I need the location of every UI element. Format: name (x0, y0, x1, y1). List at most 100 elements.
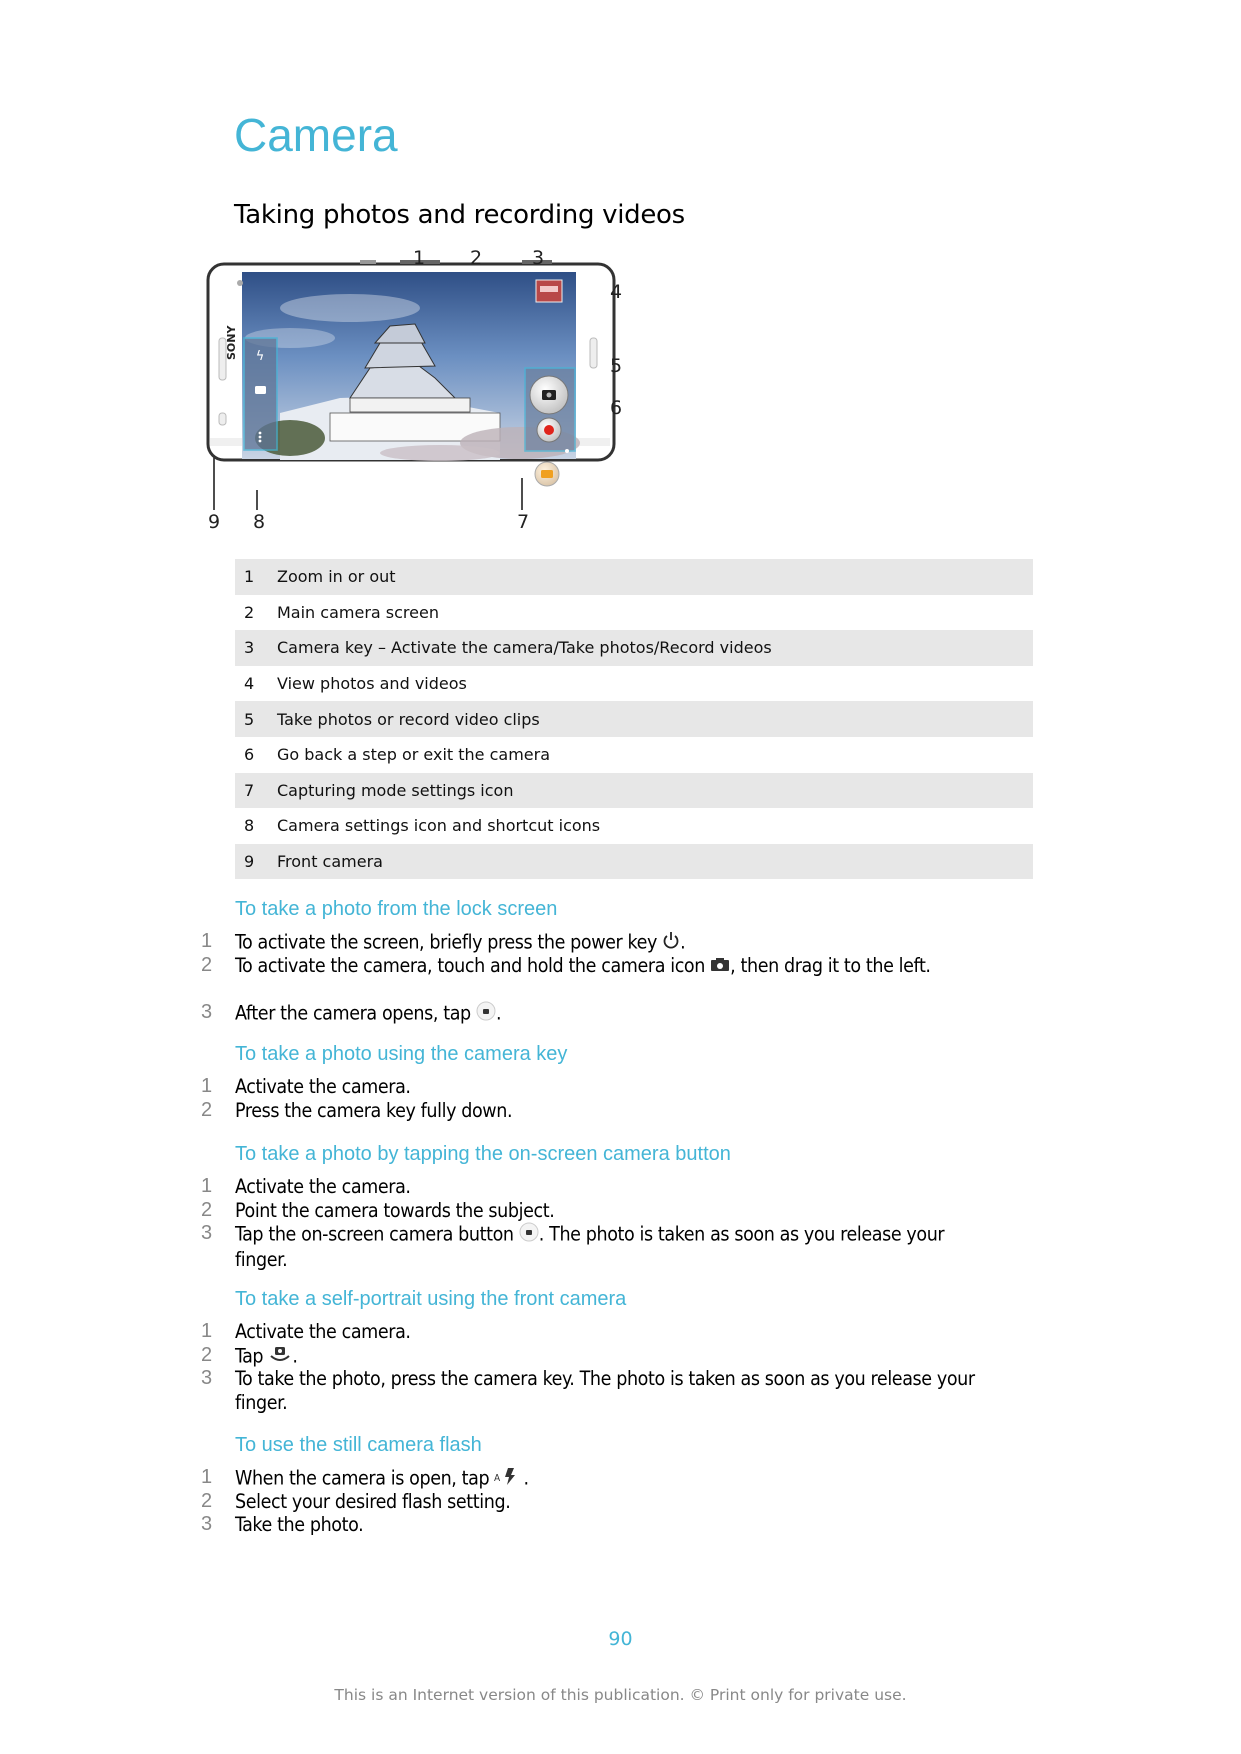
procedure-heading: To take a photo using the camera key (235, 1043, 568, 1065)
step-text: Tap . (235, 1344, 981, 1370)
procedure-step: 1 When the camera is open, tap A . (201, 1466, 981, 1492)
step-number: 1 (201, 930, 213, 952)
row-number: 4 (244, 674, 255, 694)
step-number: 1 (201, 1320, 213, 1342)
shutter-button-icon (476, 1001, 496, 1027)
section-title: Taking photos and recording videos (234, 200, 685, 230)
back-button[interactable] (565, 449, 569, 453)
svg-text:A: A (494, 1473, 501, 1484)
row-description: Camera settings icon and shortcut icons (277, 816, 601, 836)
step-text-before: To take the photo, press the camera key.… (235, 1367, 975, 1414)
procedure-heading: To use the still camera flash (235, 1434, 482, 1456)
row-number: 6 (244, 745, 255, 765)
page-footer: This is an Internet version of this publ… (334, 1686, 907, 1704)
step-text-before: Tap the on-screen camera button (235, 1222, 519, 1246)
table-row: 1 Zoom in or out (235, 559, 1033, 595)
step-text: After the camera opens, tap . (235, 1001, 981, 1027)
procedure-step: 3 To take the photo, press the camera key… (201, 1367, 981, 1414)
procedure-step: 2 Tap . (201, 1344, 981, 1370)
power-icon (662, 930, 680, 956)
row-description: Main camera screen (277, 602, 439, 622)
table-row: 3 Camera key – Activate the camera/Take p… (235, 630, 1033, 666)
step-text: Activate the camera. (235, 1320, 981, 1344)
procedure-heading: To take a photo from the lock screen (235, 898, 558, 920)
step-number: 2 (201, 953, 213, 976)
callout-4: 4 (610, 281, 622, 303)
step-text-before: Activate the camera. (235, 1320, 411, 1343)
step-text: Point the camera towards the subject. (235, 1199, 981, 1223)
step-text-before: Activate the camera. (235, 1175, 411, 1198)
brand-logo: SONY (225, 325, 238, 360)
chapter-title: Camera (234, 109, 398, 161)
step-number: 3 (201, 1513, 213, 1536)
row-number: 8 (244, 816, 255, 836)
callout-1: 1 (413, 248, 425, 269)
table-row: 9 Front camera (235, 843, 1033, 880)
step-number: 1 (201, 1075, 213, 1097)
step-text-before: When the camera is open, tap (235, 1466, 495, 1490)
step-text: Select your desired flash setting. (235, 1490, 981, 1514)
step-number: 3 (201, 1367, 213, 1390)
flash-shortcut-icon[interactable]: ϟ (256, 349, 265, 364)
callout-8: 8 (253, 511, 265, 533)
page-number: 90 (608, 1628, 633, 1650)
step-text: Press the camera key fully down. (235, 1099, 981, 1123)
row-description: Camera key – Activate the camera/Take ph… (277, 638, 772, 658)
procedure-step: 1 Activate the camera. (201, 1320, 981, 1344)
step-text: Activate the camera. (235, 1175, 981, 1199)
step-text: Take the photo. (235, 1513, 981, 1537)
step-text: Activate the camera. (235, 1075, 981, 1099)
row-number: 5 (244, 709, 255, 729)
step-text-before: Press the camera key fully down. (235, 1098, 513, 1122)
step-text-after: . (680, 930, 686, 954)
table-row: 8 Camera settings icon and shortcut icons (235, 808, 1033, 844)
callout-5: 5 (610, 355, 622, 377)
row-description: Take photos or record video clips (277, 709, 540, 729)
phone-camera-diagram: ϟ SONY 1 2 3 4 5 6 7 8 9 (200, 247, 660, 538)
front-camera-lens (237, 280, 243, 286)
row-number: 2 (244, 602, 255, 622)
step-text: When the camera is open, tap A . (235, 1466, 981, 1492)
step-number: 2 (201, 1343, 213, 1366)
step-text-before: Tap (235, 1343, 269, 1367)
procedure-step: 1 Activate the camera. (201, 1175, 981, 1199)
step-number: 2 (201, 1198, 213, 1221)
step-text-after: , then drag it to the left. (730, 953, 931, 977)
row-number: 7 (244, 780, 255, 800)
procedure-step: 3 Tap the on-screen camera button . The p… (201, 1222, 981, 1271)
table-row: 7 Capturing mode settings icon (235, 772, 1033, 809)
step-text-before: Take the photo. (235, 1513, 364, 1537)
table-row: 5 Take photos or record video clips (235, 701, 1033, 737)
step-text-before: To activate the screen, briefly press th… (235, 930, 663, 954)
callout-3: 3 (532, 248, 544, 269)
row-description: View photos and videos (277, 674, 467, 694)
procedure-step: 3 Take the photo. (201, 1513, 981, 1537)
callout-legend-table: 1 Zoom in or out 2 Main camera screen 3 Camer… (235, 559, 1033, 880)
row-description: Front camera (277, 852, 383, 872)
step-number: 3 (201, 1222, 213, 1245)
procedure-step: 2 Point the camera towards the subject. (201, 1199, 981, 1223)
step-text-before: Select your desired flash setting. (235, 1489, 511, 1513)
front-camera-switch-icon[interactable] (255, 386, 266, 394)
step-number: 1 (201, 1175, 213, 1197)
procedure-step: 3 After the camera opens, tap . (201, 1001, 981, 1027)
step-text: To activate the camera, touch and hold t… (235, 954, 981, 978)
step-text: To take the photo, press the camera key.… (235, 1367, 981, 1414)
step-text: Tap the on-screen camera button . The ph… (235, 1222, 981, 1271)
table-row: 2 Main camera screen (235, 595, 1033, 631)
row-description: Zoom in or out (277, 567, 396, 587)
phone-illustration: ϟ SONY 1 2 3 4 5 6 7 8 9 (206, 247, 622, 533)
row-number: 3 (244, 638, 255, 658)
table-row: 4 View photos and videos (235, 666, 1033, 702)
procedure-heading: To take a photo by tapping the on-screen… (235, 1143, 731, 1165)
table-row: 6 Go back a step or exit the camera (235, 737, 1033, 773)
procedure-step: 2 Select your desired flash setting. (201, 1490, 981, 1514)
step-number: 2 (201, 1489, 213, 1512)
row-number: 9 (244, 852, 255, 872)
row-description: Capturing mode settings icon (277, 780, 514, 800)
row-description: Go back a step or exit the camera (277, 745, 551, 765)
callout-2: 2 (470, 248, 482, 269)
step-number: 2 (201, 1098, 213, 1121)
procedure-step: 1 Activate the camera. (201, 1075, 981, 1099)
step-text-before: To activate the camera, touch and hold t… (235, 953, 711, 977)
